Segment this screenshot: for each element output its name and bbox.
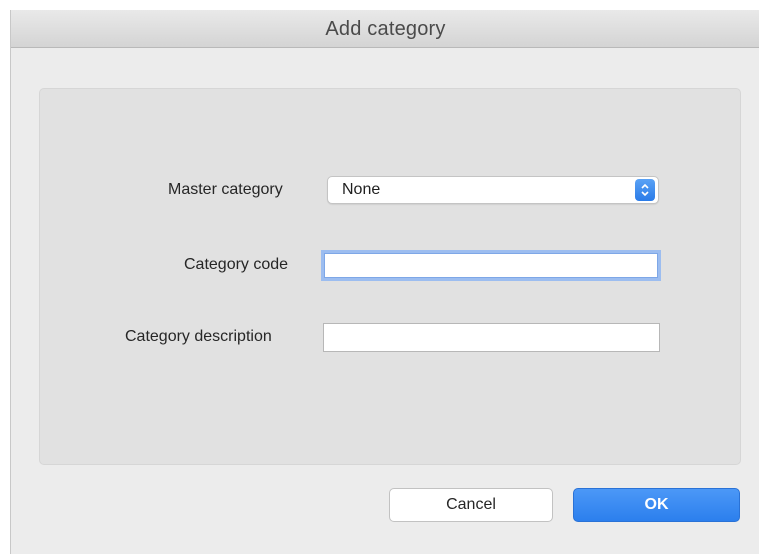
master-category-label: Master category xyxy=(168,181,283,198)
add-category-dialog: Add category Master category None Catego… xyxy=(10,10,759,554)
category-code-field[interactable] xyxy=(324,253,658,278)
master-category-select[interactable]: None xyxy=(327,176,659,204)
master-category-value: None xyxy=(342,181,381,198)
dialog-title: Add category xyxy=(325,18,446,40)
chevron-up-down-icon[interactable] xyxy=(635,179,655,201)
cancel-button[interactable]: Cancel xyxy=(389,488,553,522)
category-description-label: Category description xyxy=(125,328,272,345)
category-description-field[interactable] xyxy=(323,323,660,352)
category-code-label: Category code xyxy=(184,256,289,273)
ok-button[interactable]: OK xyxy=(573,488,740,522)
title-bar[interactable]: Add category xyxy=(11,10,759,48)
